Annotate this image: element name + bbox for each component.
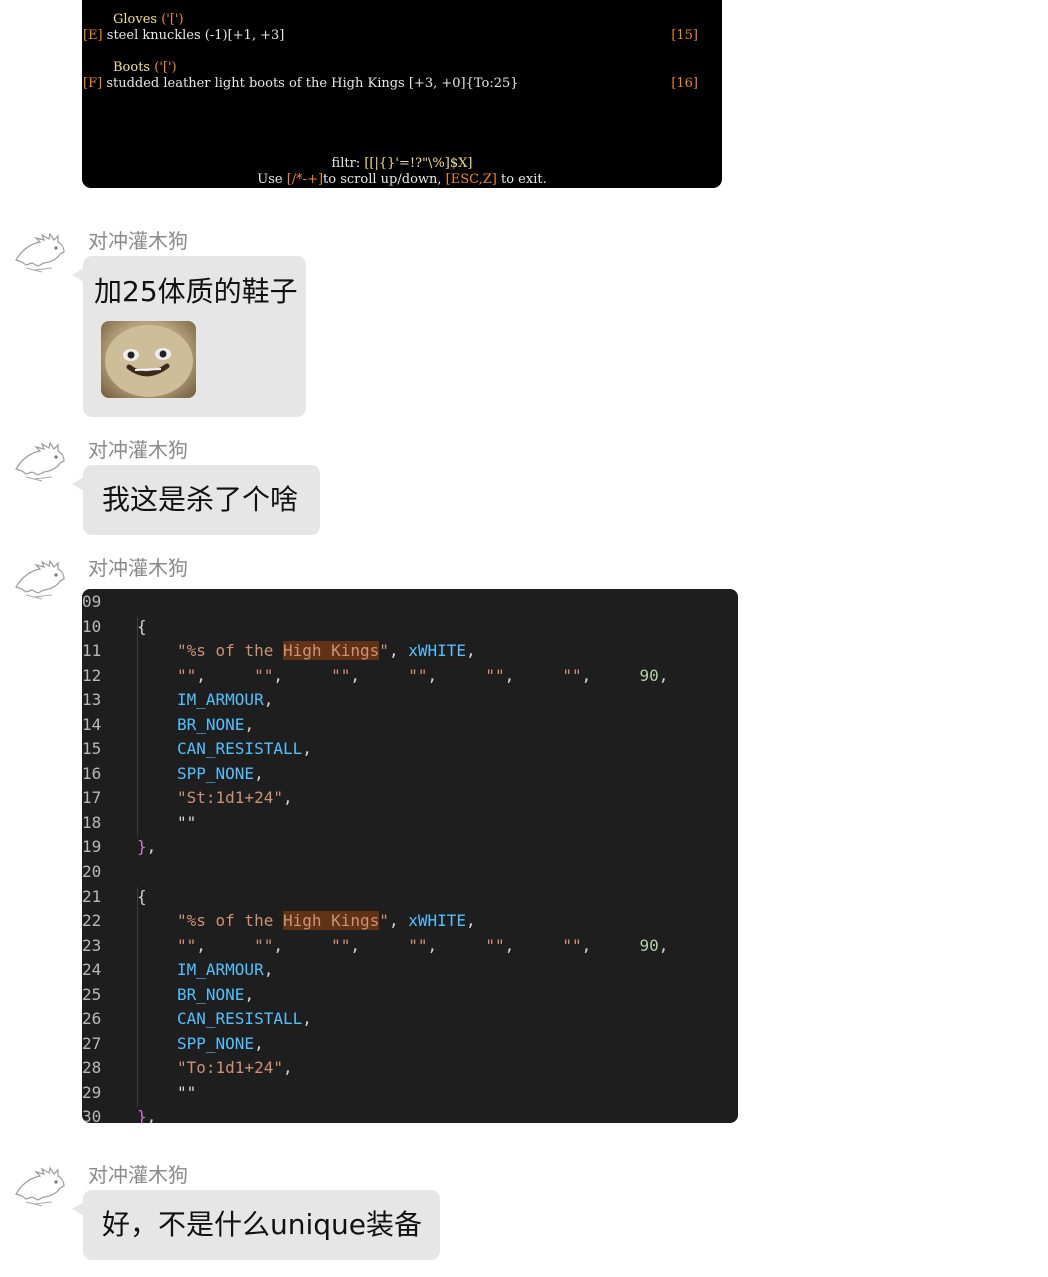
open-brace: { bbox=[137, 887, 147, 906]
code-line: SPP_NONE, bbox=[177, 1034, 264, 1053]
boots-header: Boots ('[') bbox=[113, 60, 177, 75]
sender-name: 对冲灌木狗 bbox=[88, 438, 188, 462]
message-bubble[interactable]: 好，不是什么unique装备 bbox=[83, 1190, 440, 1260]
avatar[interactable] bbox=[12, 232, 68, 274]
line-number: 21 bbox=[82, 887, 102, 906]
message-text: 加25体质的鞋子 bbox=[94, 275, 298, 308]
code-line: "To:1d1+24", bbox=[177, 1058, 293, 1077]
line-number: 25 bbox=[82, 985, 102, 1004]
indent-guide bbox=[137, 617, 138, 837]
avatar[interactable] bbox=[12, 441, 68, 483]
code-line: "St:1d1+24", bbox=[177, 788, 293, 807]
boots-item: [F] studded leather light boots of the H… bbox=[83, 76, 519, 91]
code-line: "%s of the High Kings", xWHITE, bbox=[177, 911, 476, 930]
line-number: 12 bbox=[82, 666, 102, 685]
line-number: 27 bbox=[82, 1034, 102, 1053]
line-number: 14 bbox=[82, 715, 102, 734]
gloves-header: Gloves ('[') bbox=[113, 12, 184, 27]
line-number: 16 bbox=[82, 764, 102, 783]
sender-name: 对冲灌木狗 bbox=[88, 556, 188, 580]
line-number: 24 bbox=[82, 960, 102, 979]
line-number: 20 bbox=[82, 862, 102, 881]
code-line: BR_NONE, bbox=[177, 985, 255, 1004]
code-line: "", "", "", "", "", "", 90, bbox=[177, 936, 669, 955]
line-number: 17 bbox=[82, 788, 102, 807]
terminal-screenshot: Gloves ('[') [E] steel knuckles (-1)[+1,… bbox=[82, 0, 722, 188]
line-number: 28 bbox=[82, 1058, 102, 1077]
code-line: IM_ARMOUR, bbox=[177, 690, 274, 709]
code-line: BR_NONE, bbox=[177, 715, 255, 734]
gloves-item: [E] steel knuckles (-1)[+1, +3] bbox=[83, 28, 285, 43]
message-text: 好，不是什么unique装备 bbox=[102, 1208, 423, 1241]
code-line: "" bbox=[177, 1083, 197, 1102]
code-line: IM_ARMOUR, bbox=[177, 960, 274, 979]
footer-help: Use [/*-+]to scroll up/down, [ESC,Z] to … bbox=[257, 172, 547, 187]
line-number: 22 bbox=[82, 911, 102, 930]
line-number: 30 bbox=[82, 1107, 102, 1123]
line-number: 23 bbox=[82, 936, 102, 955]
message-text: 我这是杀了个啥 bbox=[102, 483, 299, 516]
avatar[interactable] bbox=[12, 1166, 68, 1208]
line-number: 09 bbox=[82, 592, 102, 611]
line-number: 29 bbox=[82, 1083, 102, 1102]
line-number: 10 bbox=[82, 617, 102, 636]
line-number: 13 bbox=[82, 690, 102, 709]
gloves-number: [15] bbox=[671, 28, 698, 43]
code-line: CAN_RESISTALL, bbox=[177, 739, 312, 758]
line-number: 15 bbox=[82, 739, 102, 758]
indent-guide bbox=[137, 887, 138, 1107]
boots-number: [16] bbox=[671, 76, 698, 91]
filter-line: filtr: [[|{}'=!?"\%]$X] bbox=[331, 156, 473, 171]
line-number: 26 bbox=[82, 1009, 102, 1028]
code-line: CAN_RESISTALL, bbox=[177, 1009, 312, 1028]
close-brace: }, bbox=[137, 1107, 157, 1123]
sender-name: 对冲灌木狗 bbox=[88, 229, 188, 253]
code-screenshot[interactable]: 09 10 { 11 "%s of the High Kings", xWHITE,… bbox=[82, 589, 738, 1123]
avatar[interactable] bbox=[12, 559, 68, 601]
message-bubble[interactable]: 加25体质的鞋子 bbox=[83, 256, 306, 417]
code-line: "", "", "", "", "", "", 90, bbox=[177, 666, 669, 685]
line-number: 11 bbox=[82, 641, 102, 660]
line-number: 19 bbox=[82, 837, 102, 856]
line-number: 18 bbox=[82, 813, 102, 832]
close-brace: {}, bbox=[137, 837, 157, 856]
sender-name: 对冲灌木狗 bbox=[88, 1163, 188, 1187]
code-line: "%s of the High Kings", xWHITE, bbox=[177, 641, 476, 660]
smiling-face-sticker-icon bbox=[105, 325, 193, 397]
open-brace: { bbox=[137, 617, 147, 636]
code-line: "" bbox=[177, 813, 197, 832]
message-bubble[interactable]: 我这是杀了个啥 bbox=[83, 465, 320, 535]
code-line: SPP_NONE, bbox=[177, 764, 264, 783]
sticker-image[interactable] bbox=[101, 321, 196, 398]
